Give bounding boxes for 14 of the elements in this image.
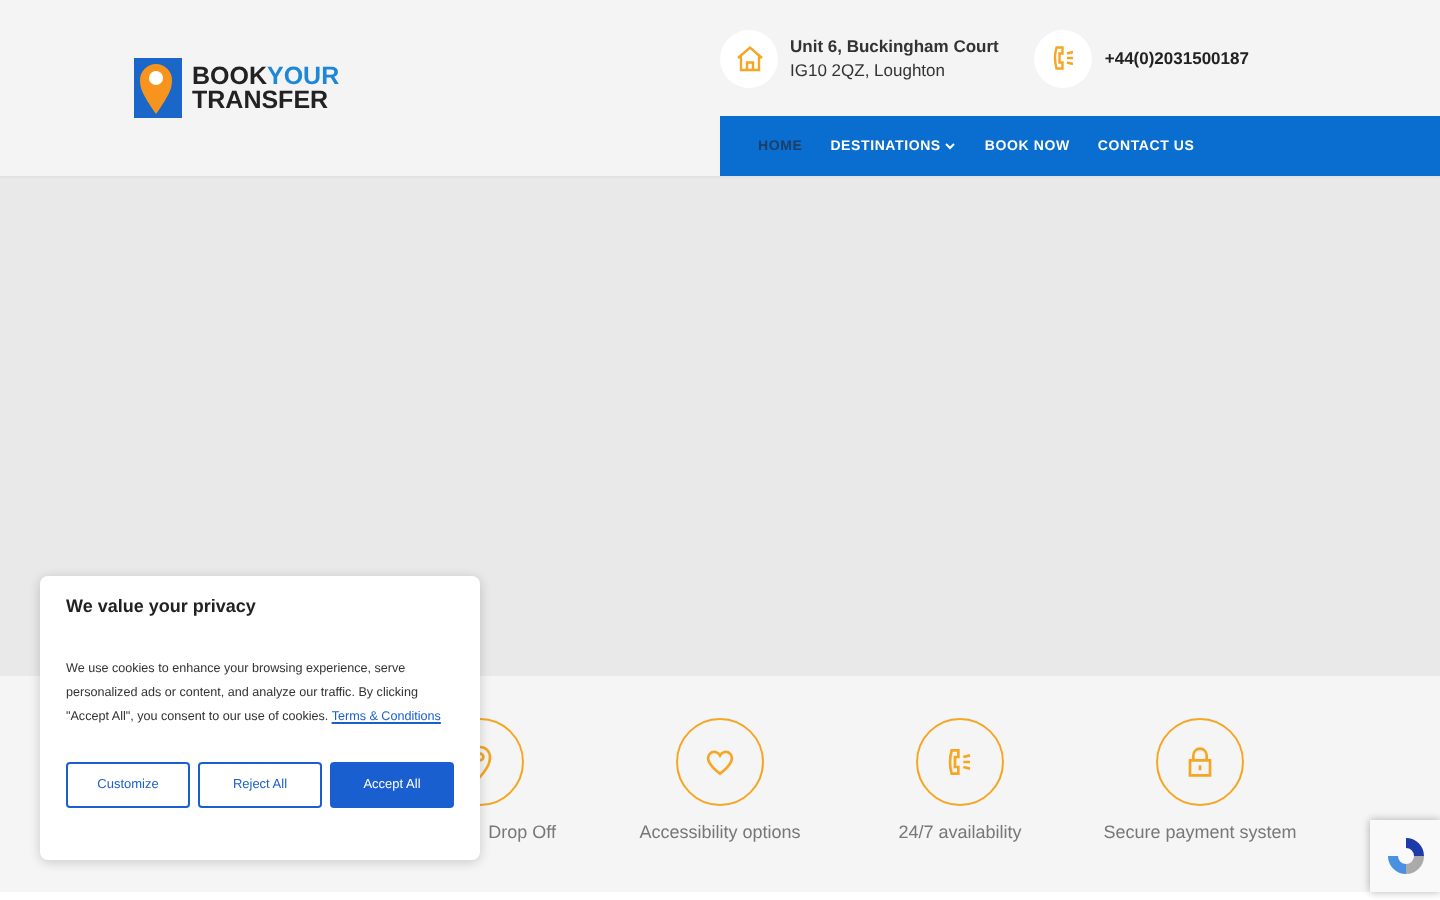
phone-icon	[916, 718, 1004, 806]
home-icon	[720, 29, 778, 87]
phone-icon	[1034, 29, 1093, 87]
caret-icon	[944, 142, 957, 150]
feature-label: 24/7 availability	[898, 822, 1022, 842]
phone-number: +44(0)2031500187	[1104, 48, 1249, 68]
pin-logo-icon	[134, 58, 186, 118]
lock-icon	[1156, 718, 1244, 806]
address-text: Unit 6, Buckingham Court IG10 2QZ, Loughton	[790, 34, 999, 82]
logo-text: BOOKYOUR TRANSFER	[192, 64, 340, 112]
dialog-title: We value your privacy	[66, 596, 258, 616]
feature-label: Accessibility options	[639, 822, 801, 842]
feature-label: Secure payment system	[1103, 822, 1297, 842]
feature-label: Drop Off	[488, 822, 558, 842]
